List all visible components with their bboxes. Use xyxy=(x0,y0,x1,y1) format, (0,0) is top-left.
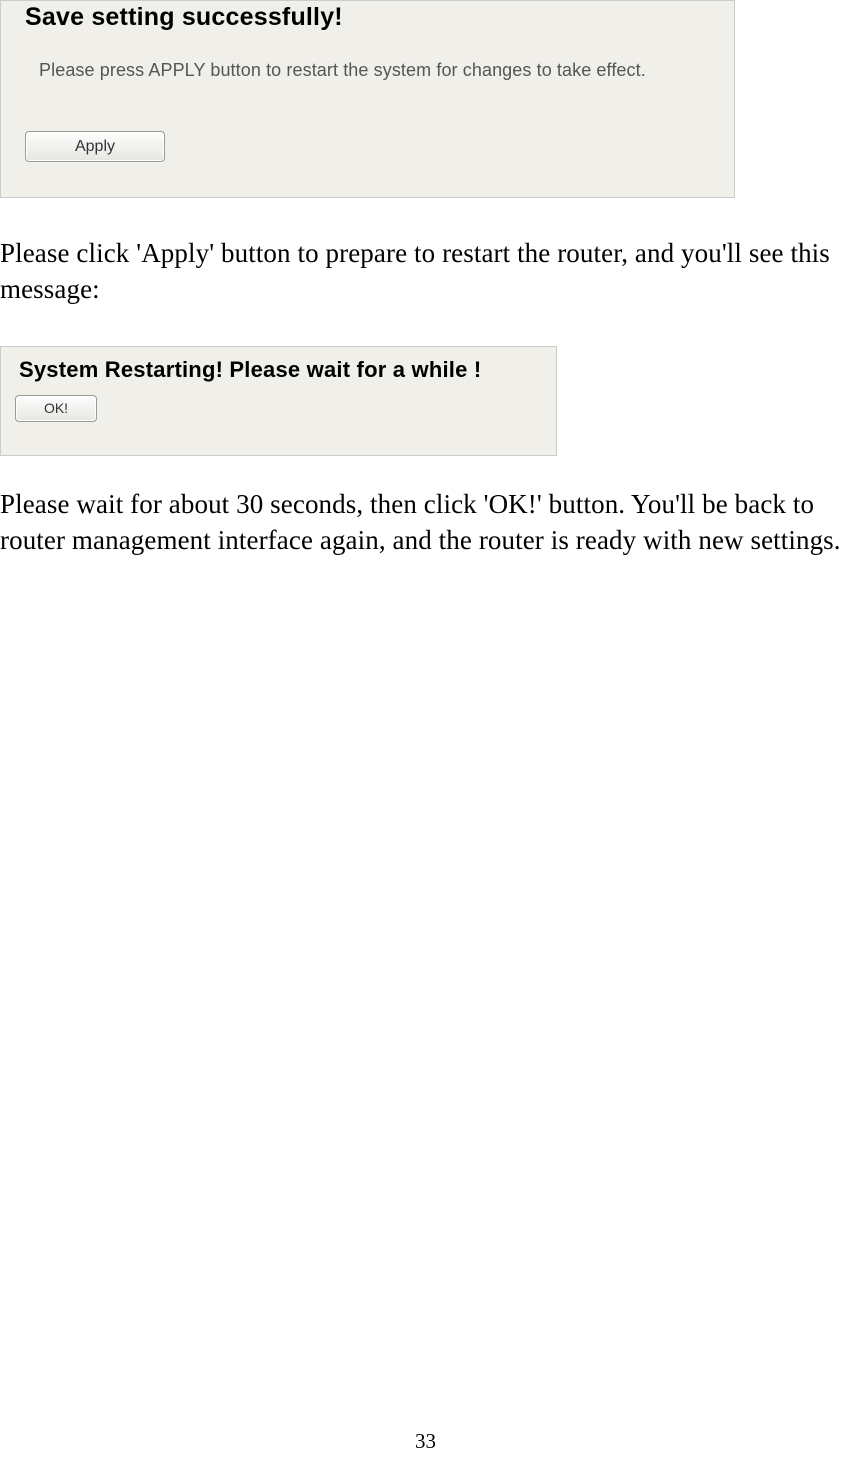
ok-button[interactable]: OK! xyxy=(15,395,97,422)
panel-title: System Restarting! Please wait for a whi… xyxy=(1,357,556,383)
save-setting-panel: Save setting successfully! Please press … xyxy=(0,0,735,198)
apply-button[interactable]: Apply xyxy=(25,131,165,162)
page-number: 33 xyxy=(0,1429,851,1454)
system-restarting-panel: System Restarting! Please wait for a whi… xyxy=(0,346,557,456)
panel-description: Please press APPLY button to restart the… xyxy=(1,32,734,81)
panel-title: Save setting successfully! xyxy=(1,3,734,32)
button-container: Apply xyxy=(1,81,734,162)
button-container: OK! xyxy=(1,383,556,422)
instruction-paragraph-2: Please wait for about 30 seconds, then c… xyxy=(0,486,851,559)
instruction-paragraph-1: Please click 'Apply' button to prepare t… xyxy=(0,235,851,308)
